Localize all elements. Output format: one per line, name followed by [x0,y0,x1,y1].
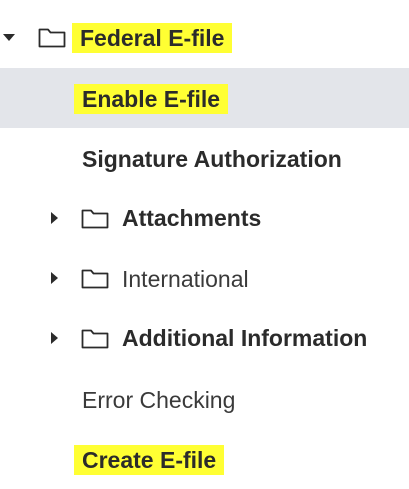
tree-item-label: Additional Information [122,325,368,351]
chevron-down-icon[interactable] [3,34,15,41]
tree-item-label: International [122,266,249,292]
chevron-right-icon[interactable] [51,212,58,224]
tree-item-additional-information[interactable]: Additional Information [0,308,409,368]
chevron-right-icon[interactable] [51,272,58,284]
tree-item-international[interactable]: International [0,248,409,308]
folder-icon [81,269,109,289]
tree-item-label: Federal E-file [72,23,233,53]
folder-icon [81,209,109,229]
tree-item-label: Attachments [122,205,262,231]
chevron-right-icon[interactable] [51,332,58,344]
tree-item-label: Enable E-file [74,84,229,114]
tree-item-error-checking[interactable]: Error Checking [0,368,409,428]
tree-item-label: Error Checking [82,387,236,413]
folder-icon [81,329,109,349]
navigation-tree: Federal E-file Enable E-file Signature A… [0,0,409,489]
tree-item-federal-efile[interactable]: Federal E-file [0,8,409,68]
tree-item-signature-authorization[interactable]: Signature Authorization [0,128,409,188]
tree-item-create-efile[interactable]: Create E-file [0,428,409,488]
tree-item-attachments[interactable]: Attachments [0,188,409,248]
tree-item-enable-efile[interactable]: Enable E-file [0,68,409,128]
tree-item-label: Signature Authorization [82,146,342,172]
folder-icon [38,28,66,48]
tree-item-label: Create E-file [74,445,225,475]
